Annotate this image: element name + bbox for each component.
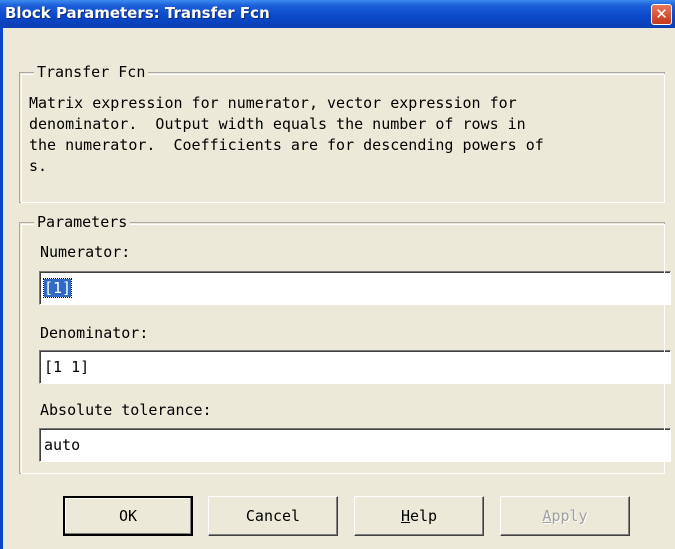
window-left-border <box>0 28 3 549</box>
absolute-tolerance-label: Absolute tolerance: <box>40 401 212 419</box>
apply-button-label: Apply <box>542 507 588 525</box>
description-group: Transfer Fcn Matrix expression for numer… <box>19 63 665 203</box>
close-icon: ✕ <box>655 5 668 23</box>
absolute-tolerance-field[interactable]: auto <box>39 428 671 462</box>
block-description: Matrix expression for numerator, vector … <box>29 94 544 175</box>
denominator-value: [1 1] <box>44 358 90 376</box>
close-button[interactable]: ✕ <box>651 4 672 25</box>
ok-button-label: OK <box>118 507 138 525</box>
apply-button: Apply <box>500 496 630 536</box>
cancel-button[interactable]: Cancel <box>208 496 338 536</box>
denominator-field[interactable]: [1 1] <box>39 350 671 384</box>
window-title: Block Parameters: Transfer Fcn <box>5 4 270 22</box>
help-button-label: Help <box>400 507 438 525</box>
numerator-label: Numerator: <box>40 243 131 261</box>
absolute-tolerance-value: auto <box>44 436 81 454</box>
ok-button[interactable]: OK <box>63 496 193 536</box>
numerator-value: [1] <box>42 278 73 298</box>
cancel-button-label: Cancel <box>245 507 301 525</box>
parameters-group-legend: Parameters <box>34 213 131 231</box>
title-bar[interactable]: Block Parameters: Transfer Fcn ✕ <box>0 0 675 28</box>
parameters-group: Parameters Numerator: [1] Denominator: [… <box>19 213 671 474</box>
numerator-field[interactable]: [1] <box>39 271 671 305</box>
description-group-legend: Transfer Fcn <box>34 63 149 81</box>
help-button[interactable]: Help <box>354 496 484 536</box>
denominator-label: Denominator: <box>40 324 149 342</box>
block-parameters-dialog: Block Parameters: Transfer Fcn ✕ Transfe… <box>0 0 675 549</box>
